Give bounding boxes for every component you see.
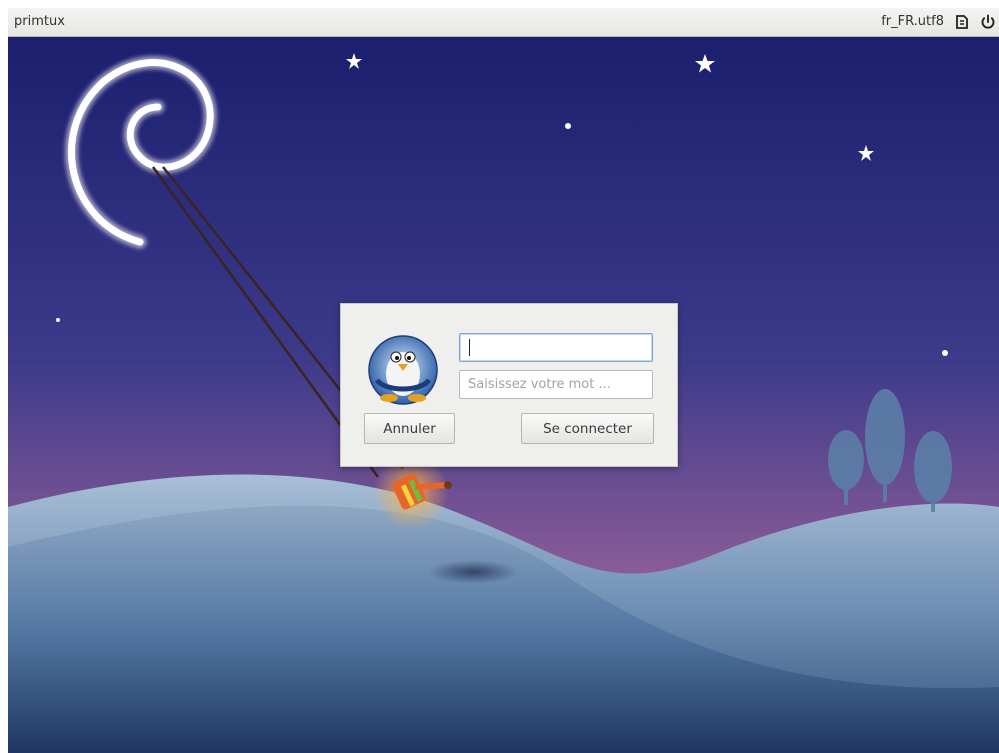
top-bar: primtux fr_FR.utf8 bbox=[8, 8, 999, 37]
username-field[interactable] bbox=[459, 333, 653, 362]
penguin-avatar-icon bbox=[368, 335, 438, 405]
login-button[interactable]: Se connecter bbox=[521, 413, 654, 444]
password-field[interactable] bbox=[459, 370, 653, 399]
session-icon[interactable] bbox=[953, 13, 971, 31]
hostname-label: primtux bbox=[14, 14, 65, 29]
text-cursor bbox=[469, 339, 470, 356]
locale-selector[interactable]: fr_FR.utf8 bbox=[881, 14, 944, 29]
login-screen: primtux fr_FR.utf8 Annuler Se connecter bbox=[8, 8, 999, 753]
cancel-button[interactable]: Annuler bbox=[364, 413, 455, 444]
login-dialog: Annuler Se connecter bbox=[340, 303, 678, 467]
power-icon[interactable] bbox=[979, 13, 997, 31]
